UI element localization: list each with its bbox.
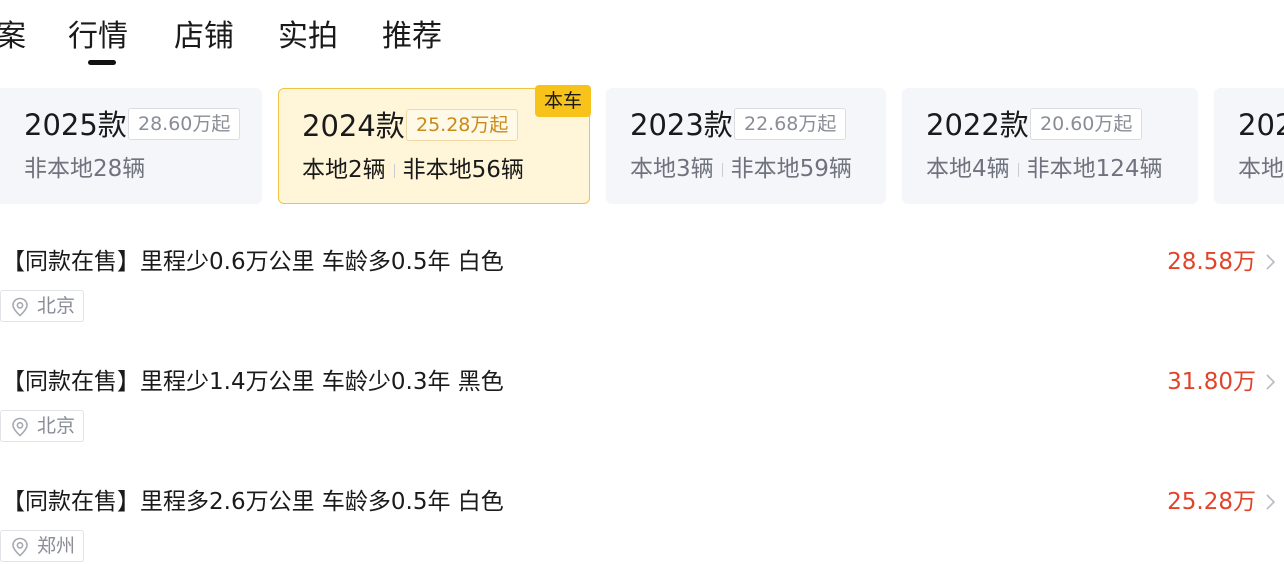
tab-partial[interactable]: 案 — [0, 16, 26, 58]
year-label: 2025款 — [24, 108, 127, 142]
stock-count: 非本地28辆 — [24, 156, 146, 182]
listing-price: 28.58万 — [1167, 249, 1256, 275]
divider — [393, 163, 395, 178]
active-tab-indicator — [88, 60, 116, 65]
city-name: 郑州 — [37, 535, 76, 557]
nonlocal-stock: 非本地56辆 — [402, 157, 524, 183]
model-year-cards: 2025款 28.60万起 非本地28辆 2024款 25.28万起 本地2辆非… — [0, 85, 1284, 204]
nonlocal-stock: 非本地59辆 — [730, 156, 852, 182]
market-page: 案 行情 店铺 实拍 推荐 2025款 28.60万起 非本地28辆 2024款… — [0, 0, 1284, 564]
listing-price: 31.80万 — [1167, 369, 1256, 395]
stock-count: 本地2辆 非本地56辆 — [302, 153, 524, 187]
year-card-2023[interactable]: 2023款 22.68万起 本地3辆 非本地59辆 — [606, 88, 886, 204]
listing-title: 【同款在售】里程多2.6万公里 车龄多0.5年 白色 — [2, 489, 504, 515]
city-name: 北京 — [37, 295, 76, 317]
listing-title: 【同款在售】里程少0.6万公里 车龄多0.5年 白色 — [2, 249, 504, 275]
listing-item[interactable]: 【同款在售】里程多2.6万公里 车龄多0.5年 白色 25.28万 郑州 — [0, 484, 1284, 564]
year-label: 2024款 — [302, 109, 405, 143]
local-stock: 本地4辆 — [926, 156, 1010, 182]
chevron-right-icon — [1266, 494, 1276, 510]
location-pin-icon — [12, 417, 28, 437]
city-name: 北京 — [37, 415, 76, 437]
tab-store[interactable]: 店铺 — [174, 16, 234, 58]
starting-price-tag: 22.68万起 — [734, 108, 847, 140]
section-tabs: 案 行情 店铺 实拍 推荐 — [0, 0, 1284, 76]
stock-count: 本地 — [1238, 156, 1284, 182]
chevron-right-icon — [1266, 374, 1276, 390]
year-card-partial[interactable]: 202 本地 — [1214, 88, 1284, 204]
local-stock: 本地3辆 — [630, 156, 714, 182]
year-card-2025[interactable]: 2025款 28.60万起 非本地28辆 — [0, 88, 262, 204]
year-label: 2023款 — [630, 108, 733, 142]
tab-recommend[interactable]: 推荐 — [382, 16, 442, 58]
divider — [721, 162, 723, 177]
starting-price-tag: 25.28万起 — [406, 109, 519, 141]
location-pin-icon — [12, 297, 28, 317]
nonlocal-stock: 非本地124辆 — [1026, 156, 1163, 182]
divider — [1017, 162, 1019, 177]
year-label: 202 — [1238, 108, 1284, 142]
chevron-right-icon — [1266, 254, 1276, 270]
city-tag: 北京 — [0, 290, 84, 322]
listing-item[interactable]: 【同款在售】里程少1.4万公里 车龄少0.3年 黑色 31.80万 北京 — [0, 364, 1284, 464]
year-card-2024[interactable]: 2024款 25.28万起 本地2辆 非本地56辆 本车 — [278, 85, 591, 204]
city-tag: 北京 — [0, 410, 84, 442]
starting-price-tag: 20.60万起 — [1030, 108, 1143, 140]
stock-count: 本地4辆 非本地124辆 — [926, 152, 1163, 186]
tab-market[interactable]: 行情 — [68, 16, 128, 58]
location-pin-icon — [12, 537, 28, 557]
listing-price: 25.28万 — [1167, 489, 1256, 515]
listing-item[interactable]: 【同款在售】里程少0.6万公里 车龄多0.5年 白色 28.58万 北京 — [0, 244, 1284, 344]
local-stock: 本地2辆 — [302, 157, 386, 183]
year-label: 2022款 — [926, 108, 1029, 142]
stock-count: 本地3辆 非本地59辆 — [630, 152, 852, 186]
starting-price-tag: 28.60万起 — [128, 108, 241, 140]
year-card-2022[interactable]: 2022款 20.60万起 本地4辆 非本地124辆 — [902, 88, 1198, 204]
tab-photos[interactable]: 实拍 — [278, 16, 338, 58]
city-tag: 郑州 — [0, 530, 84, 562]
current-car-badge: 本车 — [535, 85, 591, 117]
listing-title: 【同款在售】里程少1.4万公里 车龄少0.3年 黑色 — [2, 369, 504, 395]
